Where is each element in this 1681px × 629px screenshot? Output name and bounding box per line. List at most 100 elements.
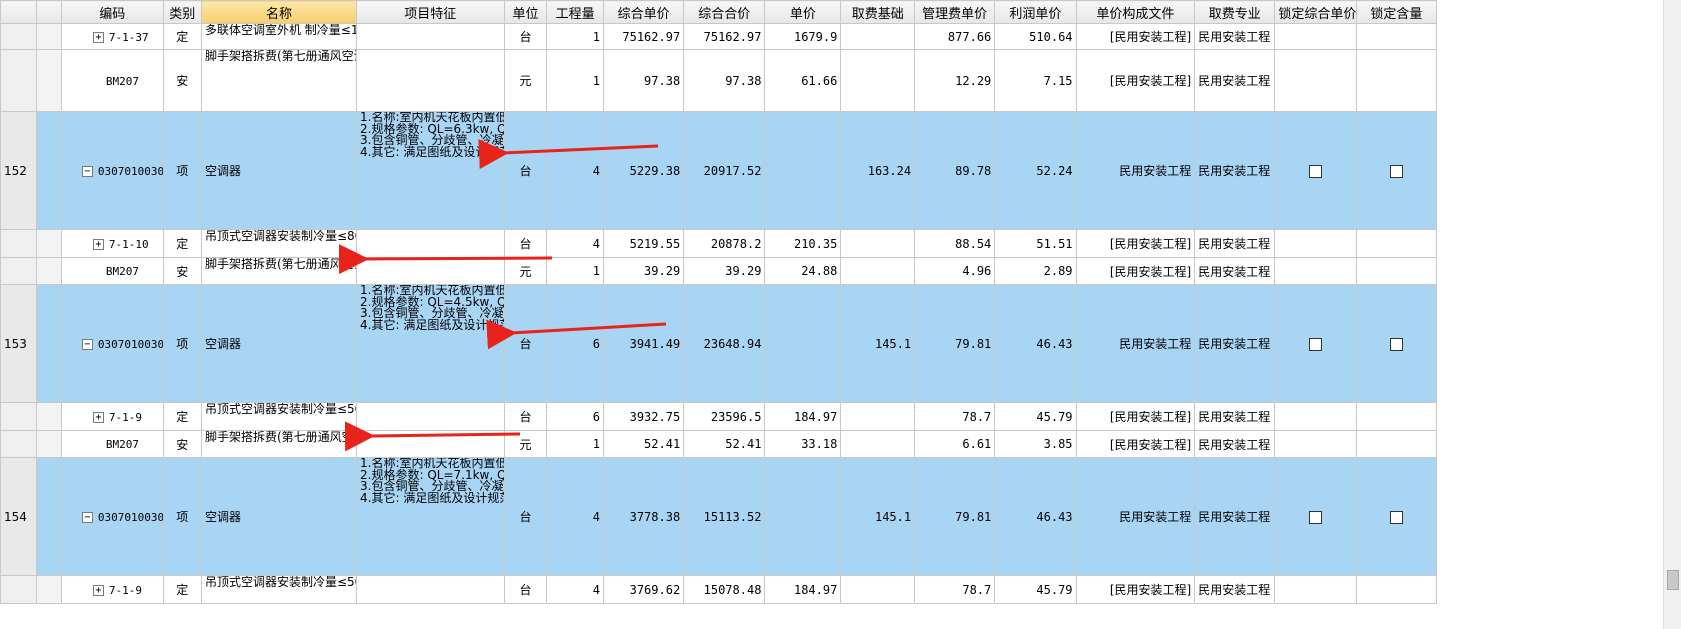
feature-cell[interactable] xyxy=(356,49,505,112)
type-cell[interactable]: 安 xyxy=(162,257,202,285)
price-file-cell[interactable]: [民用安装工程] xyxy=(1075,229,1196,258)
lock-qty-cell[interactable] xyxy=(1355,257,1438,285)
mgmt-fee-cell[interactable]: 877.66 xyxy=(914,23,996,50)
unit-cell[interactable]: 元 xyxy=(503,430,548,458)
table-row[interactable]: BM207安脚手架搭拆费(第七册通风空调工程)元139.2939.2924.88… xyxy=(0,257,1438,285)
profit-cell[interactable]: 52.24 xyxy=(994,111,1077,230)
lock-checkbox[interactable] xyxy=(1309,510,1323,524)
fee-spec-cell[interactable]: 民用安装工程 xyxy=(1194,229,1276,258)
header-name[interactable]: 名称 xyxy=(200,0,358,24)
lock-price-cell[interactable] xyxy=(1274,457,1357,576)
comp-total-cell[interactable]: 97.38 xyxy=(683,49,766,112)
mgmt-fee-cell[interactable]: 79.81 xyxy=(914,457,996,576)
name-cell[interactable]: 吊顶式空调器安装制冷量≤5000W xyxy=(200,402,358,431)
fee-base-cell[interactable] xyxy=(840,49,916,112)
scroll-thumb[interactable] xyxy=(1667,570,1679,590)
lock-price-cell[interactable] xyxy=(1274,257,1357,285)
profit-cell[interactable]: 3.85 xyxy=(994,430,1077,458)
collapse-icon[interactable]: − xyxy=(81,165,93,177)
header-rownum[interactable] xyxy=(0,0,38,24)
header-qty[interactable]: 工程量 xyxy=(546,0,604,24)
comp-price-cell[interactable]: 5219.55 xyxy=(602,229,685,258)
unit-price-cell[interactable] xyxy=(764,284,842,403)
lock-qty-cell[interactable] xyxy=(1355,575,1438,604)
fee-base-cell[interactable]: 145.1 xyxy=(840,457,916,576)
unit-price-cell[interactable]: 33.18 xyxy=(764,430,842,458)
mgmt-fee-cell[interactable]: 79.81 xyxy=(914,284,996,403)
code-cell[interactable]: −030701003003 xyxy=(60,111,164,230)
lock-price-cell[interactable] xyxy=(1274,111,1357,230)
unit-cell[interactable]: 台 xyxy=(503,575,548,604)
comp-price-cell[interactable]: 3941.49 xyxy=(602,284,685,403)
price-file-cell[interactable]: [民用安装工程] xyxy=(1075,49,1196,112)
unit-price-cell[interactable] xyxy=(764,457,842,576)
unit-cell[interactable]: 台 xyxy=(503,284,548,403)
expand-icon[interactable]: + xyxy=(92,238,104,250)
code-cell[interactable]: BM207 xyxy=(60,257,164,285)
type-cell[interactable]: 项 xyxy=(162,457,202,576)
table-row[interactable]: +7-1-10定吊顶式空调器安装制冷量≤8000W台45219.5520878.… xyxy=(0,229,1438,258)
fee-base-cell[interactable] xyxy=(840,23,916,50)
fee-base-cell[interactable] xyxy=(840,430,916,458)
name-cell[interactable]: 空调器 xyxy=(200,111,358,230)
header-unit-price[interactable]: 单价 xyxy=(764,0,842,24)
feature-cell[interactable] xyxy=(356,430,505,458)
comp-total-cell[interactable]: 52.41 xyxy=(683,430,766,458)
comp-total-cell[interactable]: 75162.97 xyxy=(683,23,766,50)
feature-cell[interactable] xyxy=(356,229,505,258)
collapse-icon[interactable]: − xyxy=(81,338,93,350)
price-file-cell[interactable]: [民用安装工程] xyxy=(1075,402,1196,431)
table-row[interactable]: +7-1-9定吊顶式空调器安装制冷量≤5000W台63932.7523596.5… xyxy=(0,402,1438,431)
profit-cell[interactable]: 2.89 xyxy=(994,257,1077,285)
unit-price-cell[interactable]: 210.35 xyxy=(764,229,842,258)
lock-price-cell[interactable] xyxy=(1274,229,1357,258)
name-cell[interactable]: 空调器 xyxy=(200,457,358,576)
price-file-cell[interactable]: 民用安装工程 xyxy=(1075,111,1196,230)
name-cell[interactable]: 吊顶式空调器安装制冷量≤5000W xyxy=(200,575,358,604)
unit-price-cell[interactable] xyxy=(764,111,842,230)
type-cell[interactable]: 定 xyxy=(162,229,202,258)
lock-qty-cell[interactable] xyxy=(1355,111,1438,230)
fee-base-cell[interactable]: 145.1 xyxy=(840,284,916,403)
table-row[interactable]: +7-1-37定多联体空调室外机 制冷量≤140kW台175162.977516… xyxy=(0,23,1438,50)
qty-cell[interactable]: 6 xyxy=(546,284,604,403)
unit-price-cell[interactable]: 61.66 xyxy=(764,49,842,112)
feature-cell[interactable]: 1.名称:室内机天花板内置低静压风管式2.规格参数: QL=7.1kw, QR=… xyxy=(356,457,505,576)
fee-spec-cell[interactable]: 民用安装工程 xyxy=(1194,457,1276,576)
lock-price-cell[interactable] xyxy=(1274,402,1357,431)
header-tree[interactable] xyxy=(36,0,62,24)
qty-cell[interactable]: 1 xyxy=(546,23,604,50)
mgmt-fee-cell[interactable]: 88.54 xyxy=(914,229,996,258)
type-cell[interactable]: 项 xyxy=(162,284,202,403)
feature-cell[interactable] xyxy=(356,575,505,604)
header-code[interactable]: 编码 xyxy=(60,0,164,24)
code-cell[interactable]: +7-1-9 xyxy=(60,575,164,604)
profit-cell[interactable]: 51.51 xyxy=(994,229,1077,258)
code-cell[interactable]: +7-1-9 xyxy=(60,402,164,431)
lock-qty-cell[interactable] xyxy=(1355,430,1438,458)
fee-spec-cell[interactable]: 民用安装工程 xyxy=(1194,49,1276,112)
type-cell[interactable]: 安 xyxy=(162,430,202,458)
table-row[interactable]: BM207安脚手架搭拆费(第七册通风空调工程)元197.3897.3861.66… xyxy=(0,49,1438,112)
comp-total-cell[interactable]: 15113.52 xyxy=(683,457,766,576)
vertical-scrollbar[interactable] xyxy=(1663,0,1681,629)
code-cell[interactable]: −030701003005 xyxy=(60,457,164,576)
header-lock-qty[interactable]: 锁定含量 xyxy=(1355,0,1438,24)
mgmt-fee-cell[interactable]: 6.61 xyxy=(914,430,996,458)
unit-price-cell[interactable]: 184.97 xyxy=(764,402,842,431)
lock-qty-cell[interactable] xyxy=(1355,402,1438,431)
fee-spec-cell[interactable]: 民用安装工程 xyxy=(1194,284,1276,403)
code-cell[interactable]: BM207 xyxy=(60,430,164,458)
qty-cell[interactable]: 4 xyxy=(546,457,604,576)
code-cell[interactable]: BM207 xyxy=(60,49,164,112)
unit-cell[interactable]: 元 xyxy=(503,49,548,112)
comp-price-cell[interactable]: 52.41 xyxy=(602,430,685,458)
price-file-cell[interactable]: [民用安装工程] xyxy=(1075,23,1196,50)
comp-total-cell[interactable]: 20878.2 xyxy=(683,229,766,258)
comp-total-cell[interactable]: 23596.5 xyxy=(683,402,766,431)
fee-base-cell[interactable] xyxy=(840,257,916,285)
profit-cell[interactable]: 45.79 xyxy=(994,575,1077,604)
lock-checkbox[interactable] xyxy=(1309,164,1323,178)
fee-spec-cell[interactable]: 民用安装工程 xyxy=(1194,257,1276,285)
header-price-file[interactable]: 单价构成文件 xyxy=(1075,0,1196,24)
